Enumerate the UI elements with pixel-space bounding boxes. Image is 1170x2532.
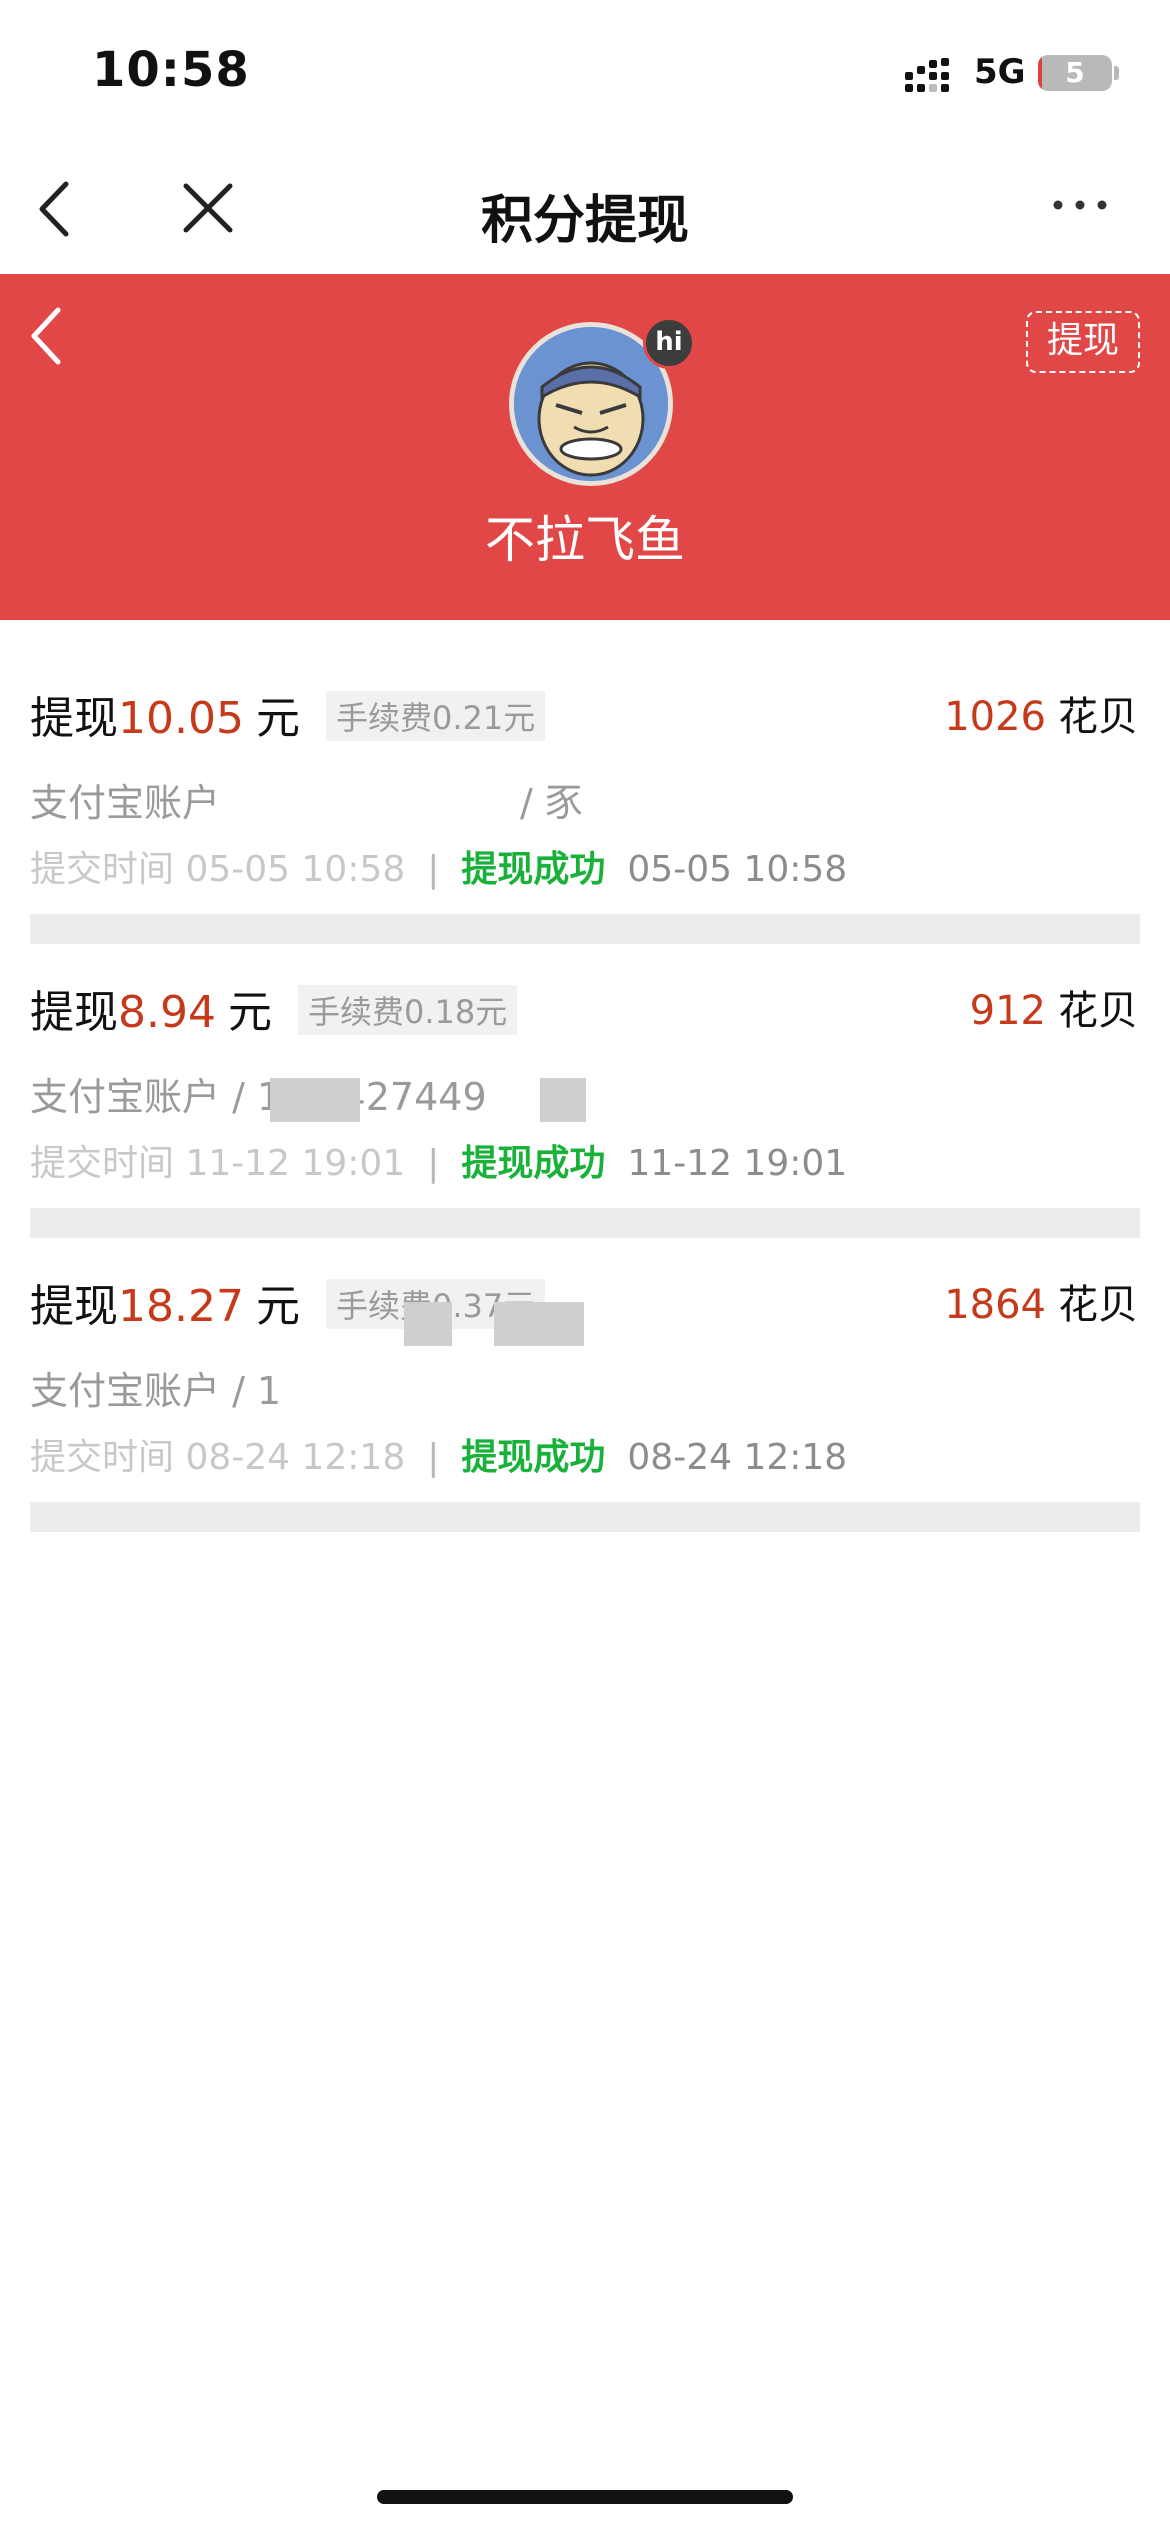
nav-bar: 积分提现 [0, 150, 1170, 274]
withdraw-button[interactable]: 提现 [1026, 311, 1140, 373]
page-title: 积分提现 [480, 191, 689, 251]
record-timeline: 提交时间 11-12 19:01 | 提现成功 11-12 19:01 [30, 1134, 847, 1186]
record-points-unit: 花贝 [1058, 1282, 1138, 1328]
record-fee: 手续费0.18元 [297, 985, 518, 1035]
record-points-value: 1026 [944, 694, 1046, 740]
record-points-value: 912 [969, 988, 1046, 1034]
record-fee: 手续费0.21元 [325, 691, 546, 741]
record-done-time: 08-24 12:18 [627, 1437, 848, 1478]
record-submit-time: 提交时间 08-24 12:18 [30, 1437, 406, 1478]
signal-icon [905, 58, 949, 92]
profile-header: 提现 hi 不拉飞鱼 [0, 274, 1170, 620]
record-account: 支付宝账户 / 豕 [30, 772, 583, 827]
record-summary: 提现18.27元手续费0.37元 [30, 1270, 546, 1340]
record-points-unit: 花贝 [1058, 694, 1138, 740]
redaction-block [270, 1078, 360, 1122]
record-points-value: 1864 [944, 1282, 1046, 1328]
record-points: 1864 花贝 [944, 1272, 1138, 1330]
status-bar: 10:58 5G 5 [0, 0, 1170, 150]
redaction-block [404, 1302, 452, 1346]
record-amount: 10.05 [118, 693, 244, 744]
withdraw-record[interactable]: 提现18.27元手续费0.37元 1864 花贝 支付宝账户 / 1 提交时间 0… [0, 1242, 1170, 1536]
record-status: 提现成功 [461, 849, 606, 890]
record-amount: 8.94 [118, 987, 216, 1038]
hi-badge: hi [643, 317, 695, 369]
record-account-label: 支付宝账户 / 134 427449 [30, 1075, 487, 1119]
battery-icon: 5 [1038, 55, 1112, 91]
record-status: 提现成功 [461, 1437, 606, 1478]
record-account-label: 支付宝账户 / 1 [30, 1369, 282, 1413]
record-summary: 提现8.94 元手续费0.18元 [30, 976, 518, 1046]
record-account-tail: / 豕 [520, 781, 583, 825]
record-points: 912 花贝 [970, 978, 1138, 1036]
record-separator: | [427, 849, 440, 890]
record-points-unit: 花贝 [1058, 988, 1138, 1034]
status-time: 10:58 [92, 42, 250, 98]
battery-percent: 5 [1065, 56, 1085, 89]
record-status: 提现成功 [461, 1143, 606, 1184]
record-separator: | [427, 1437, 440, 1478]
record-timeline: 提交时间 05-05 10:58 | 提现成功 05-05 10:58 [30, 840, 847, 892]
network-type: 5G [974, 52, 1026, 92]
record-separator: | [427, 1143, 440, 1184]
record-points: 1026 花贝 [944, 684, 1138, 742]
record-timeline: 提交时间 08-24 12:18 | 提现成功 08-24 12:18 [30, 1428, 847, 1480]
section-divider [30, 1208, 1140, 1238]
record-unit: 元 [227, 987, 272, 1038]
battery-nub [1114, 66, 1119, 80]
record-submit-time: 提交时间 11-12 19:01 [30, 1143, 406, 1184]
section-divider [30, 914, 1140, 944]
record-prefix: 提现 [30, 693, 118, 744]
record-account: 支付宝账户 / 134 427449 [30, 1066, 487, 1121]
record-prefix: 提现 [30, 987, 118, 1038]
withdraw-record[interactable]: 提现10.05 元手续费0.21元 1026 花贝 支付宝账户 / 豕 提交时间 05… [0, 654, 1170, 948]
more-horizontal-icon[interactable] [1050, 190, 1110, 220]
home-indicator[interactable] [377, 2490, 793, 2504]
record-unit: 元 [255, 1281, 300, 1332]
record-account-label: 支付宝账户 [30, 781, 221, 825]
record-summary: 提现10.05 元手续费0.21元 [30, 682, 546, 752]
withdraw-record[interactable]: 提现8.94 元手续费0.18元 912 花贝 支付宝账户 / 134 427449… [0, 948, 1170, 1242]
record-prefix: 提现 [30, 1281, 118, 1332]
record-amount: 18.27 [118, 1281, 244, 1332]
redaction-block [540, 1078, 586, 1122]
record-done-time: 05-05 10:58 [627, 849, 848, 890]
redaction-block [494, 1302, 584, 1346]
back-arrow-icon[interactable] [26, 304, 66, 368]
record-account: 支付宝账户 / 1 [30, 1360, 281, 1415]
username: 不拉飞鱼 [485, 511, 685, 569]
record-done-time: 11-12 19:01 [627, 1143, 848, 1184]
section-divider [30, 1502, 1140, 1532]
record-unit: 元 [255, 693, 300, 744]
record-submit-time: 提交时间 05-05 10:58 [30, 849, 406, 890]
